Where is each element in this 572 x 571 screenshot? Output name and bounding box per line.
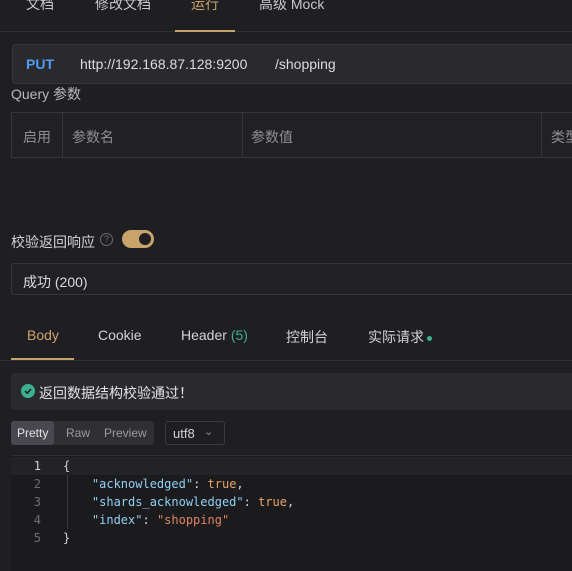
request-url-bar[interactable]: PUT http://192.168.87.128:9200 /shopping	[12, 44, 572, 84]
tab-edit-docs[interactable]: 修改文档	[95, 0, 151, 14]
query-params-table: 启用 参数名 参数值 类型	[11, 112, 572, 158]
check-circle-icon	[21, 384, 35, 398]
question-circle-icon[interactable]: ?	[100, 233, 113, 246]
encoding-value: utf8	[173, 426, 195, 441]
tab-advanced-mock[interactable]: 高级 Mock	[259, 0, 324, 14]
col-param-name: 参数名	[72, 129, 114, 145]
header-count-badge: (5)	[230, 327, 248, 343]
view-raw-button[interactable]: Raw	[60, 421, 96, 445]
validation-success-text: 返回数据结构校验通过！	[39, 385, 193, 401]
column-divider	[541, 113, 542, 157]
json-comma: ,	[236, 477, 244, 491]
code-line: "acknowledged": true,	[91, 477, 244, 491]
tab-header-label: Header	[181, 327, 227, 343]
http-method[interactable]: PUT	[26, 56, 54, 72]
json-key: "index"	[91, 513, 143, 527]
request-host[interactable]: http://192.168.87.128:9200	[80, 56, 247, 72]
status-dot	[427, 335, 432, 341]
response-tab-bar: Body Cookie Header (5) 控制台 实际请求	[0, 315, 572, 361]
view-mode-switch: Pretty Raw Preview	[11, 421, 154, 445]
col-enabled: 启用	[23, 129, 51, 145]
response-status-value: 成功 (200)	[23, 274, 88, 290]
json-value: true	[207, 477, 237, 491]
json-key: "shards_acknowledged"	[91, 495, 244, 509]
code-line: {	[63, 457, 70, 475]
code-line: }	[63, 529, 70, 547]
toggle-knob	[139, 233, 151, 245]
column-divider	[62, 113, 63, 157]
tab-run[interactable]: 运行	[191, 0, 219, 14]
response-body-viewer[interactable]: 1 2 3 4 5 { "acknowledged": true, "shard…	[11, 455, 572, 571]
tab-body[interactable]: Body	[27, 327, 59, 343]
line-number: 1	[33, 459, 41, 473]
col-param-value: 参数值	[251, 129, 293, 145]
view-preview-button[interactable]: Preview	[98, 421, 153, 445]
top-tab-bar: 文档 修改文档 运行 高级 Mock	[0, 0, 572, 32]
response-status-select[interactable]: 成功 (200)	[11, 263, 572, 295]
line-number: 5	[33, 531, 41, 545]
line-number: 3	[33, 495, 41, 509]
json-value: "shopping"	[156, 513, 230, 527]
tab-docs[interactable]: 文档	[26, 0, 54, 14]
active-tab-indicator	[11, 358, 74, 360]
line-number: 2	[33, 477, 41, 491]
brace-open: {	[63, 459, 71, 473]
current-line-highlight	[11, 457, 572, 475]
json-value: true	[258, 495, 287, 509]
code-line: "shards_acknowledged": true,	[91, 495, 295, 509]
validate-response-label: 校验返回响应	[11, 234, 95, 250]
view-pretty-button[interactable]: Pretty	[11, 421, 55, 445]
line-number: 4	[33, 513, 41, 527]
col-type: 类型	[551, 129, 572, 145]
json-key: "acknowledged"	[91, 477, 194, 491]
active-tab-indicator	[175, 30, 235, 32]
tab-header[interactable]: Header (5)	[181, 327, 248, 343]
tab-actual-request-label: 实际请求	[368, 329, 424, 345]
chevron-down-icon: ⌄	[204, 426, 214, 438]
encoding-select[interactable]: utf8 ⌄	[165, 421, 225, 445]
tab-console[interactable]: 控制台	[286, 327, 328, 347]
validation-success-banner: 返回数据结构校验通过！	[11, 373, 572, 410]
validate-response-toggle[interactable]	[122, 230, 154, 248]
column-divider	[242, 113, 243, 157]
brace-close: }	[63, 531, 71, 545]
tab-cookie[interactable]: Cookie	[98, 327, 142, 343]
json-comma: ,	[286, 495, 295, 509]
query-params-title: Query 参数	[11, 86, 82, 102]
request-path[interactable]: /shopping	[275, 56, 336, 72]
code-line: "index": "shopping"	[91, 513, 230, 527]
tab-actual-request[interactable]: 实际请求	[368, 327, 432, 347]
